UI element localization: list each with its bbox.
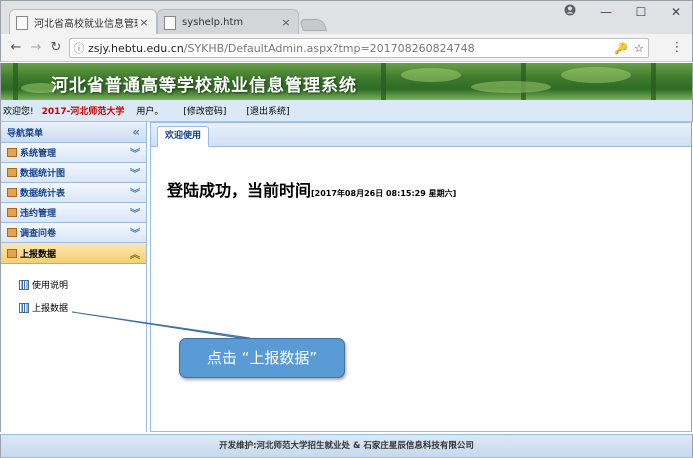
sub-item-label: 使用说明 [32,281,69,291]
chevron-down-icon: ︾ [130,209,140,220]
banner-decoration [401,68,461,82]
browser-tab-inactive[interactable]: syshelp.htm × [157,9,299,35]
address-bar[interactable]: ⓘ zsjy.hebtu.edu.cn/SYKHB/DefaultAdmin.a… [69,38,649,58]
site-title: 河北省普通高等学校就业信息管理系统 [51,76,357,96]
star-icon[interactable]: ☆ [630,42,648,55]
welcome-bar: 欢迎您! 2017-河北师范大学 用户。 [修改密码] [退出系统] [0,100,693,122]
sidebar-item-label: 违约管理 [20,209,57,219]
bar-chart-icon [19,302,29,313]
sidebar-header: 导航菜单 « [1,122,146,143]
sidebar-item-report[interactable]: 上报数据 ︽ [1,243,146,264]
login-success-message: 登陆成功，当前时间[2017年08月26日 08:15:29 星期六] [167,177,456,201]
browser-tab-title: 河北省高校就业信息管理 [34,19,138,30]
sidebar-item-stat-tables[interactable]: 数据统计表 ︾ [1,183,146,203]
banner-decoration [471,81,551,93]
folder-icon [7,228,17,237]
folder-icon [7,148,17,157]
callout-bubble: 点击 “上报数据” [179,338,345,378]
chevron-up-icon: ︽ [130,249,140,261]
sidebar-item-label: 系统管理 [20,149,57,159]
forward-icon[interactable]: → [27,39,45,57]
site-banner: 河北省普通高等学校就业信息管理系统 [0,63,693,100]
bar-chart-icon [19,279,29,290]
school-name: 2017-河北师范大学 [41,107,125,117]
sidebar-item-system[interactable]: 系统管理 ︾ [1,143,146,163]
maximize-icon[interactable]: ☐ [627,3,655,23]
key-icon[interactable]: 🔑 [612,42,630,55]
page-favicon-icon [164,15,176,30]
folder-icon [7,188,17,197]
sidebar-title: 导航菜单 [7,128,44,139]
browser-tabstrip: 河北省高校就业信息管理 × syshelp.htm × — ☐ ✕ [0,0,693,35]
sub-item-report-data[interactable]: 上报数据 [19,301,68,314]
url-path: /SYKHB/DefaultAdmin.aspx?tmp=20170826082… [183,41,475,55]
welcome-greeting: 欢迎您! [3,107,34,117]
sidebar-item-label: 数据统计图 [20,169,66,179]
logout-link[interactable]: [退出系统] [246,104,289,117]
minimize-icon[interactable]: — [592,3,620,23]
chevron-down-icon: ︾ [130,189,140,200]
sub-item-label: 上报数据 [32,304,69,314]
reload-icon[interactable]: ↻ [47,39,65,57]
current-time: [2017年08月26日 08:15:29 星期六] [311,189,457,198]
close-tab-icon[interactable]: × [138,16,150,29]
sidebar-item-label: 上报数据 [20,249,57,260]
sidebar-item-label: 调查问卷 [20,229,57,239]
user-name: 用户。 [136,107,164,117]
back-icon[interactable]: ← [7,39,25,57]
sidebar-item-stat-charts[interactable]: 数据统计图 ︾ [1,163,146,183]
change-password-link[interactable]: [修改密码] [183,104,226,117]
banner-decoration [561,67,631,83]
sidebar-item-survey[interactable]: 调查问卷 ︾ [1,223,146,243]
browser-tab-active[interactable]: 河北省高校就业信息管理 × [9,9,157,35]
folder-icon [7,168,17,177]
sidebar-item-label: 数据统计表 [20,189,66,199]
main-tabbar: 欢迎使用 [151,123,691,147]
main-panel: 欢迎使用 登陆成功，当前时间[2017年08月26日 08:15:29 星期六] [150,122,692,432]
banner-decoration [651,63,656,100]
sub-item-instructions[interactable]: 使用说明 [19,278,68,291]
chevron-down-icon: ︾ [130,169,140,180]
nav-sidebar: 导航菜单 « 系统管理 ︾ 数据统计图 ︾ 数据统计表 ︾ 违约管理 ︾ 调查问… [0,122,147,432]
banner-decoration [381,63,386,100]
page-footer: 开发维护:河北师范大学招生就业处 & 石家庄星辰信息科技有限公司 [0,434,693,458]
folder-icon [7,248,17,258]
collapse-sidebar-icon[interactable]: « [132,125,140,139]
banner-decoration [13,63,18,100]
close-tab-icon[interactable]: × [280,16,292,29]
close-window-icon[interactable]: ✕ [662,3,690,23]
tab-welcome[interactable]: 欢迎使用 [157,126,210,147]
info-icon[interactable]: ⓘ [70,40,88,56]
account-icon[interactable] [556,3,584,23]
sidebar-item-breach[interactable]: 违约管理 ︾ [1,203,146,223]
page-favicon-icon [16,15,28,30]
url-host: zsjy.hebtu.edu.cn [88,41,184,55]
browser-toolbar: ← → ↻ ⓘ zsjy.hebtu.edu.cn/SYKHB/DefaultA… [0,34,693,62]
menu-icon[interactable]: ⋮ [668,39,686,57]
folder-icon [7,208,17,217]
browser-tab-title: syshelp.htm [182,17,244,28]
success-text: 登陆成功，当前时间 [167,181,312,200]
chevron-down-icon: ︾ [130,149,140,160]
new-tab-button[interactable] [298,19,328,31]
chevron-down-icon: ︾ [130,229,140,240]
